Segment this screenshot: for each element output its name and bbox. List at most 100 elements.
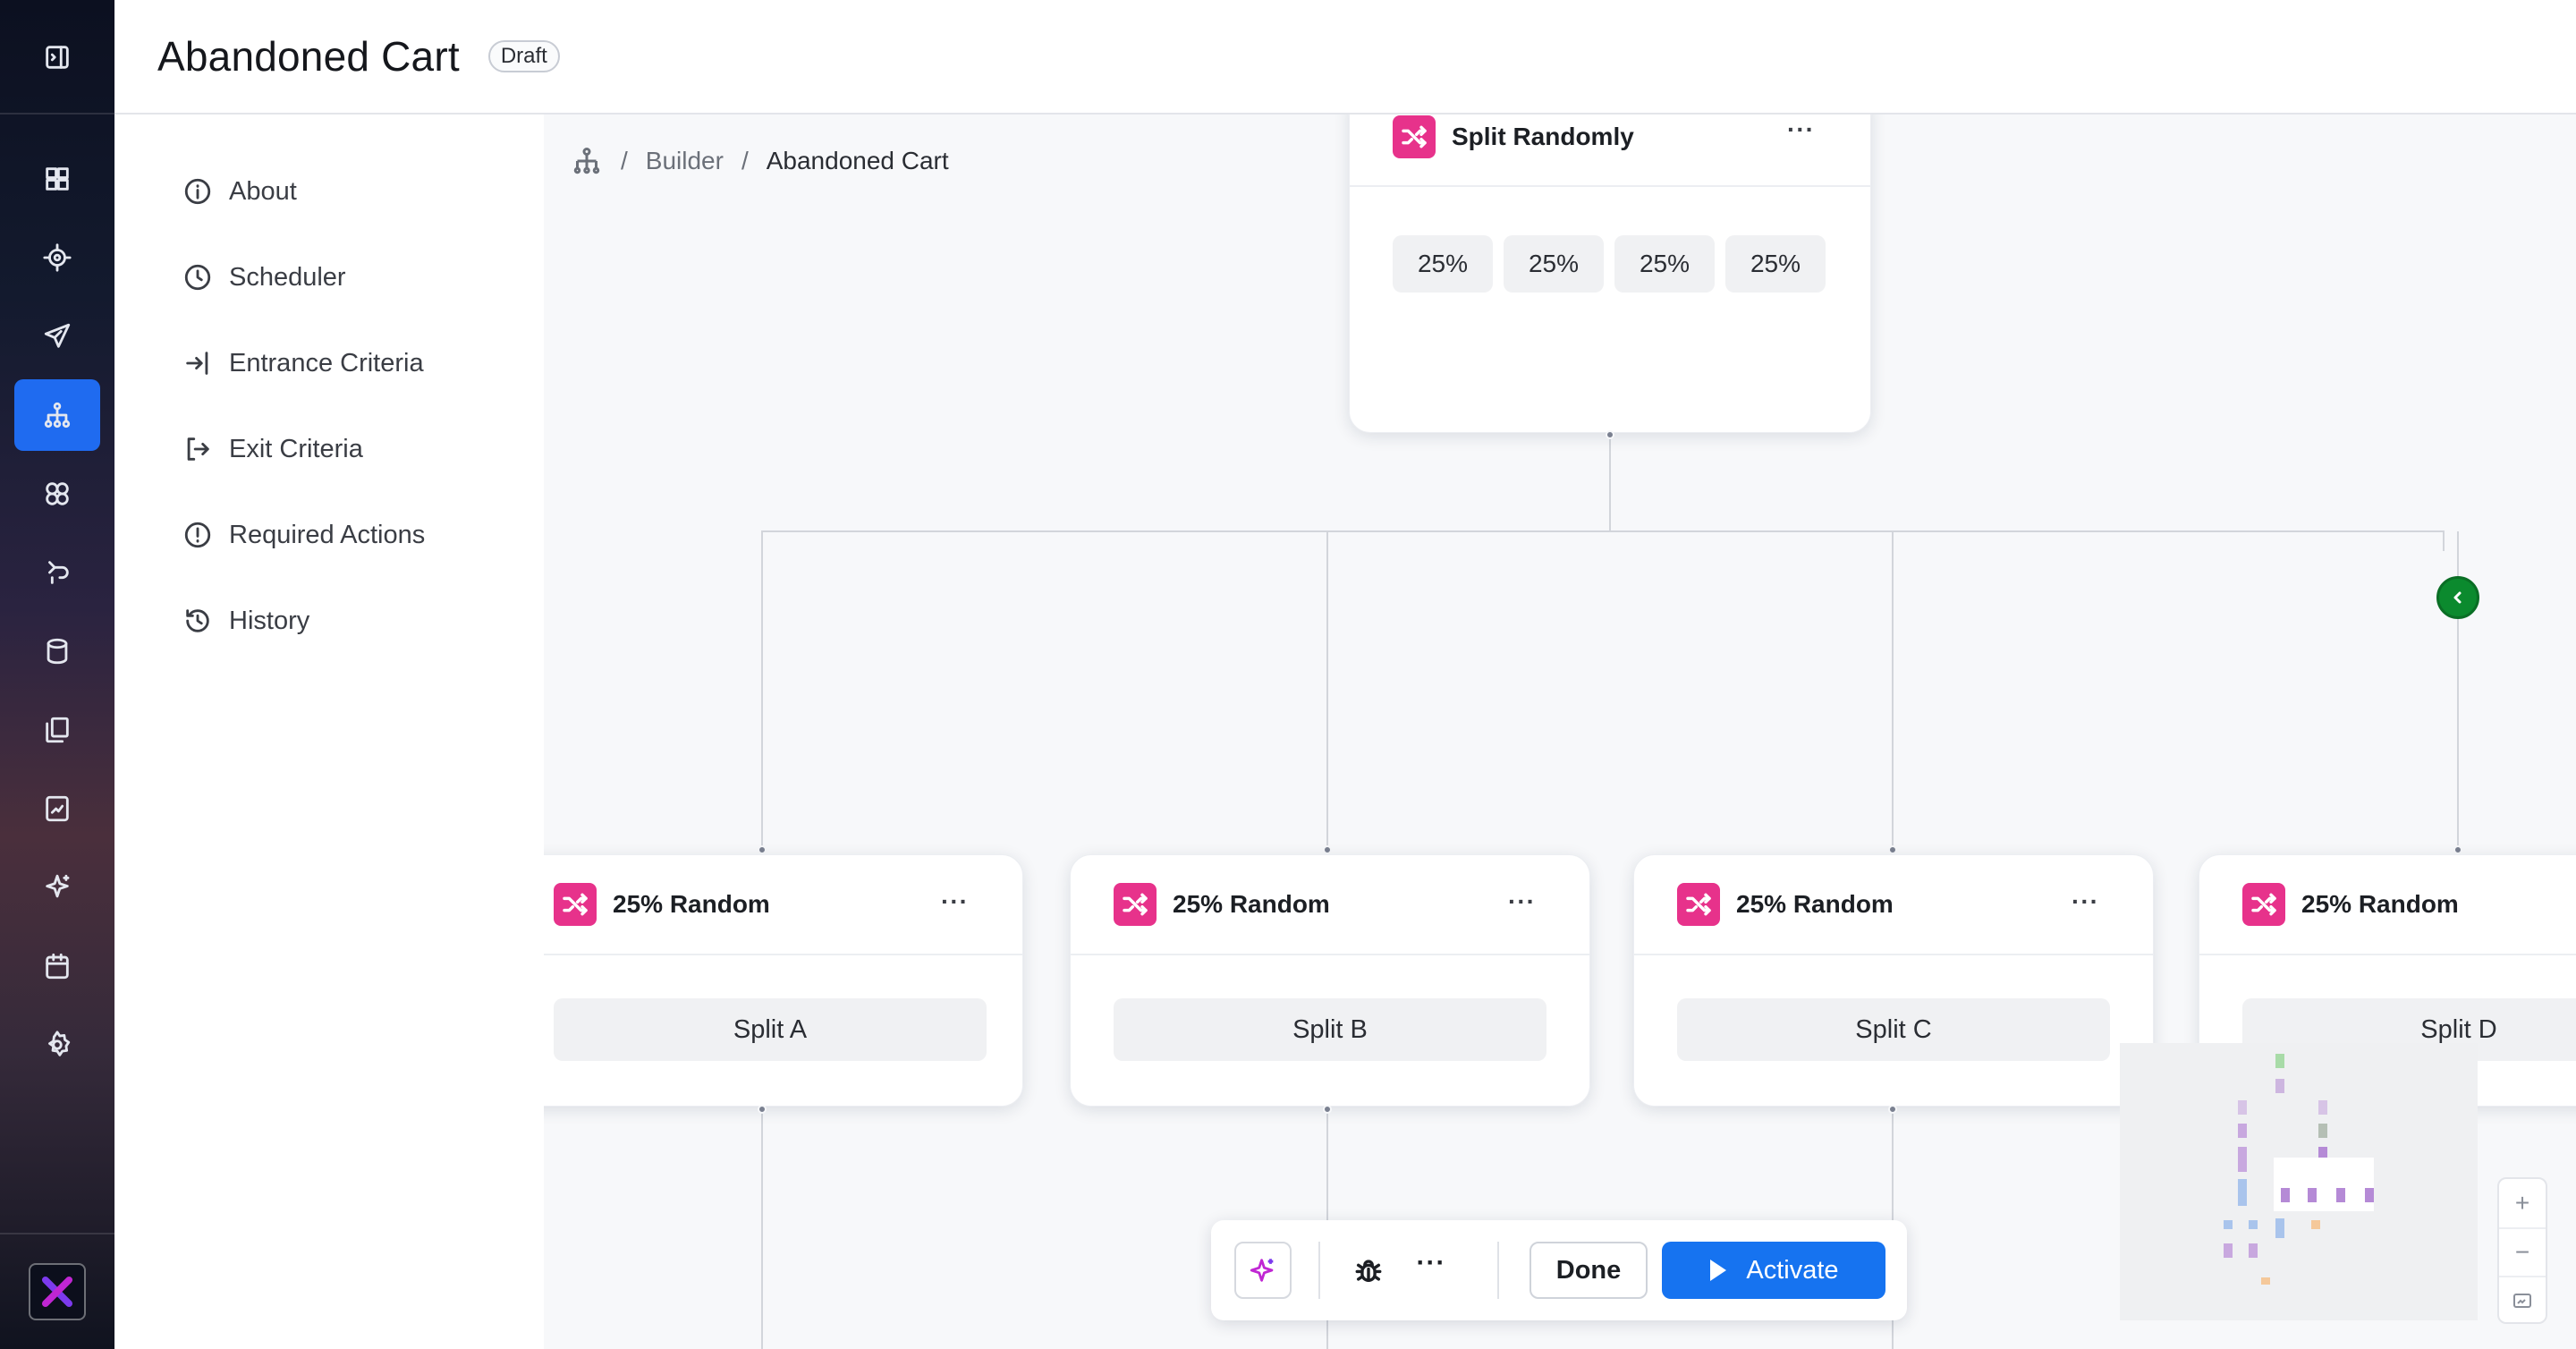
panel-toggle-button[interactable]	[14, 21, 100, 93]
minimap-node	[2261, 1277, 2270, 1285]
node-input-handle[interactable]	[1323, 845, 1332, 854]
done-button[interactable]: Done	[1530, 1242, 1648, 1299]
brand-logo[interactable]	[29, 1263, 86, 1320]
minimap-node	[2249, 1243, 2258, 1258]
menu-item-about[interactable]: About	[182, 166, 297, 216]
journey-canvas[interactable]: / Builder / Abandoned Cart Split Randoml…	[544, 115, 2576, 1349]
menu-item-entrance-criteria[interactable]: Entrance Criteria	[182, 338, 424, 388]
play-icon	[1710, 1260, 1727, 1281]
chevron-left-icon	[2453, 591, 2462, 604]
rail-item-settings[interactable]	[14, 1009, 100, 1081]
node-input-handle[interactable]	[2453, 845, 2462, 854]
node-input-handle[interactable]	[1888, 845, 1897, 854]
toolbar-divider	[1318, 1242, 1320, 1299]
rail-footer	[0, 1233, 114, 1349]
ai-sparkle-icon	[1250, 1259, 1274, 1282]
node-title: 25% Random	[613, 890, 770, 918]
node-output-handle[interactable]	[758, 1105, 767, 1114]
minimap-node	[2275, 1218, 2284, 1238]
reports-icon	[46, 795, 69, 822]
rail-item-ai[interactable]	[14, 852, 100, 923]
brand-logo-icon	[41, 1276, 73, 1308]
node-input-handle[interactable]	[758, 845, 767, 854]
bug-icon	[1355, 1260, 1382, 1283]
zoom-in-button[interactable]: +	[2499, 1179, 2546, 1227]
node-more-button[interactable]: ···	[1787, 115, 1815, 144]
split-label[interactable]: Split C	[1677, 998, 2110, 1061]
journey-builder-icon	[44, 402, 71, 428]
exit-icon	[187, 437, 209, 461]
ai-sparkle-icon	[46, 874, 70, 898]
templates-icon	[46, 717, 69, 743]
minimap[interactable]	[2120, 1043, 2478, 1320]
activate-button[interactable]: Activate	[1662, 1242, 1885, 1299]
info-icon	[184, 178, 211, 205]
alert-circle-icon	[184, 522, 211, 548]
collapse-panel-button[interactable]	[2436, 576, 2479, 619]
minimap-node	[2238, 1100, 2247, 1115]
rail-header	[0, 0, 114, 115]
fit-view-icon	[2513, 1294, 2531, 1308]
menu-item-label: Entrance Criteria	[229, 348, 424, 378]
menu-item-label: Exit Criteria	[229, 434, 363, 463]
journey-settings-menu: About Scheduler Entrance Criteria Exit C…	[114, 115, 544, 1349]
branch-node-b[interactable]: 25% Random ··· Split B	[1070, 854, 1590, 1107]
settings-gear-icon	[48, 1031, 71, 1056]
node-output-handle[interactable]	[1606, 430, 1614, 439]
debug-button[interactable]	[1351, 1252, 1386, 1288]
rail-item-target[interactable]	[14, 222, 100, 293]
zoom-out-button[interactable]: −	[2499, 1227, 2546, 1276]
clock-icon	[184, 264, 211, 291]
split-percentage[interactable]: 25%	[1393, 235, 1493, 293]
minimap-node	[2281, 1188, 2290, 1202]
minimap-node	[2238, 1179, 2247, 1206]
rail-item-segments[interactable]	[14, 458, 100, 530]
rail-item-reports[interactable]	[14, 773, 100, 844]
split-node-icon	[1677, 883, 1720, 926]
node-header: 25% Random	[2199, 855, 2576, 955]
branch-node-a[interactable]: 25% Random ··· Split A	[544, 854, 1023, 1107]
node-output-handle[interactable]	[1888, 1105, 1897, 1114]
split-percentage[interactable]: 25%	[1504, 235, 1604, 293]
node-more-button[interactable]: ···	[1508, 887, 1536, 916]
app-rail	[0, 0, 114, 1349]
connector-bus	[761, 530, 2445, 551]
rail-item-send[interactable]	[14, 301, 100, 372]
panel-toggle-icon	[46, 46, 69, 69]
enter-icon	[186, 352, 208, 375]
fit-view-button[interactable]	[2499, 1276, 2546, 1324]
more-options-button[interactable]: ···	[1413, 1245, 1449, 1281]
shuffle-icon	[1123, 893, 1148, 916]
rail-item-journey-builder[interactable]	[14, 379, 100, 451]
calendar-icon	[46, 953, 69, 980]
minimap-node	[2311, 1220, 2320, 1229]
node-output-handle[interactable]	[1323, 1105, 1332, 1114]
menu-item-scheduler[interactable]: Scheduler	[182, 252, 346, 302]
ai-assistant-button[interactable]	[1234, 1242, 1292, 1299]
split-label[interactable]: Split B	[1114, 998, 1546, 1061]
node-more-button[interactable]: ···	[941, 887, 969, 916]
split-label[interactable]: Split A	[554, 998, 987, 1061]
target-icon	[43, 243, 72, 272]
rail-item-database[interactable]	[14, 615, 100, 687]
rail-item-dashboard[interactable]	[14, 143, 100, 215]
minimap-node	[2275, 1054, 2284, 1068]
minimap-viewport[interactable]	[2274, 1158, 2374, 1211]
menu-item-history[interactable]: History	[182, 596, 309, 646]
split-percentage[interactable]: 25%	[1614, 235, 1715, 293]
zoom-controls: + −	[2497, 1177, 2547, 1324]
split-randomly-node[interactable]: Split Randomly ··· 25% 25% 25% 25%	[1349, 115, 1871, 433]
rail-item-templates[interactable]	[14, 694, 100, 766]
branch-node-c[interactable]: 25% Random ··· Split C	[1633, 854, 2154, 1107]
database-icon	[47, 638, 68, 665]
minimap-node	[2365, 1188, 2374, 1202]
split-percentage[interactable]: 25%	[1725, 235, 1826, 293]
menu-item-exit-criteria[interactable]: Exit Criteria	[182, 424, 363, 474]
rail-item-integrations[interactable]	[14, 537, 100, 608]
minimap-node	[2318, 1100, 2327, 1115]
rail-item-calendar[interactable]	[14, 930, 100, 1002]
node-title: 25% Random	[1173, 890, 1330, 918]
menu-item-required-actions[interactable]: Required Actions	[182, 510, 425, 560]
node-more-button[interactable]: ···	[2072, 887, 2099, 916]
minimap-node	[2308, 1188, 2317, 1202]
